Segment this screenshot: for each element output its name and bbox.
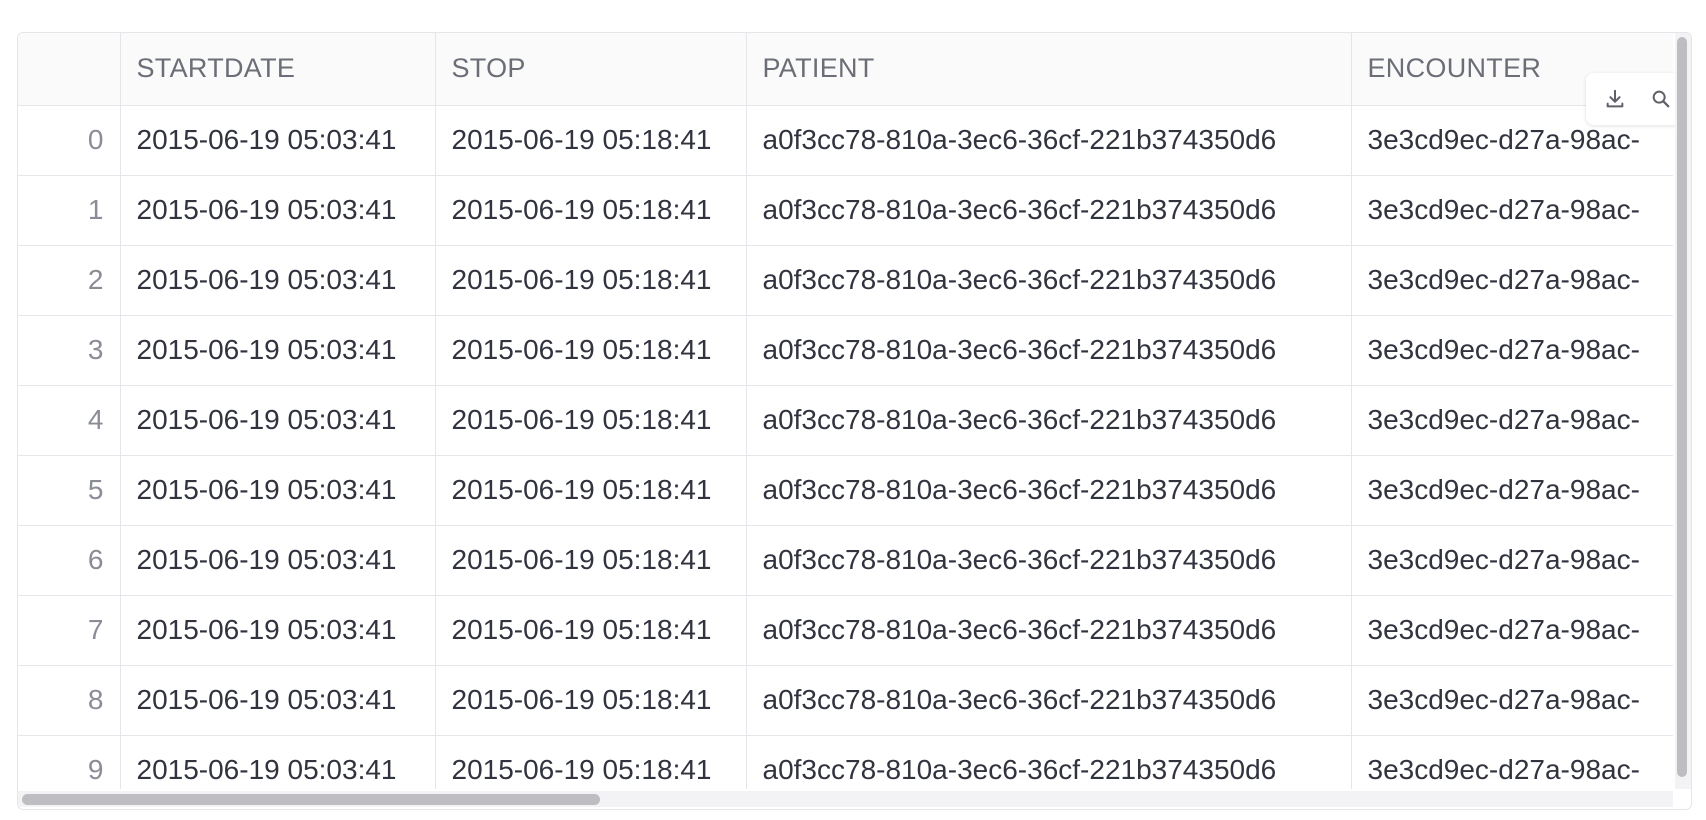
encounter-cell[interactable]: 3e3cd9ec-d27a-98ac- — [1351, 595, 1673, 666]
encounter-cell[interactable]: 3e3cd9ec-d27a-98ac- — [1351, 455, 1673, 526]
table-row: 9 2015-06-19 05:03:41 2015-06-19 05:18:4… — [18, 735, 1673, 789]
vertical-scrollbar[interactable] — [1675, 33, 1691, 789]
stop-cell[interactable]: 2015-06-19 05:18:41 — [435, 105, 747, 176]
dataframe-widget: STARTDATE STOP PATIENT ENCOUNTER 0 2015-… — [17, 32, 1692, 810]
encounter-cell[interactable]: 3e3cd9ec-d27a-98ac- — [1351, 315, 1673, 386]
stop-cell[interactable]: 2015-06-19 05:18:41 — [435, 175, 747, 246]
row-index-cell[interactable]: 0 — [18, 105, 121, 176]
startdate-cell[interactable]: 2015-06-19 05:03:41 — [120, 105, 436, 176]
encounter-cell[interactable]: 3e3cd9ec-d27a-98ac- — [1351, 175, 1673, 246]
startdate-cell[interactable]: 2015-06-19 05:03:41 — [120, 385, 436, 456]
startdate-cell[interactable]: 2015-06-19 05:03:41 — [120, 595, 436, 666]
encounter-cell[interactable]: 3e3cd9ec-d27a-98ac- — [1351, 735, 1673, 789]
table-row: 3 2015-06-19 05:03:41 2015-06-19 05:18:4… — [18, 315, 1673, 386]
startdate-cell[interactable]: 2015-06-19 05:03:41 — [120, 245, 436, 316]
row-index-cell[interactable]: 2 — [18, 245, 121, 316]
encounter-cell[interactable]: 3e3cd9ec-d27a-98ac- — [1351, 385, 1673, 456]
patient-cell[interactable]: a0f3cc78-810a-3ec6-36cf-221b374350d6 — [746, 525, 1352, 596]
patient-cell[interactable]: a0f3cc78-810a-3ec6-36cf-221b374350d6 — [746, 315, 1352, 386]
startdate-cell[interactable]: 2015-06-19 05:03:41 — [120, 525, 436, 596]
patient-cell[interactable]: a0f3cc78-810a-3ec6-36cf-221b374350d6 — [746, 245, 1352, 316]
patient-cell[interactable]: a0f3cc78-810a-3ec6-36cf-221b374350d6 — [746, 595, 1352, 666]
column-header-stop[interactable]: STOP — [435, 33, 747, 106]
download-button[interactable] — [1597, 81, 1633, 117]
search-icon — [1652, 90, 1670, 108]
stop-cell[interactable]: 2015-06-19 05:18:41 — [435, 595, 747, 666]
patient-cell[interactable]: a0f3cc78-810a-3ec6-36cf-221b374350d6 — [746, 665, 1352, 736]
data-table: STARTDATE STOP PATIENT ENCOUNTER 0 2015-… — [18, 33, 1673, 789]
horizontal-scrollbar-thumb[interactable] — [22, 794, 600, 805]
row-index-cell[interactable]: 7 — [18, 595, 121, 666]
patient-cell[interactable]: a0f3cc78-810a-3ec6-36cf-221b374350d6 — [746, 385, 1352, 456]
startdate-cell[interactable]: 2015-06-19 05:03:41 — [120, 665, 436, 736]
table-viewport[interactable]: STARTDATE STOP PATIENT ENCOUNTER 0 2015-… — [18, 33, 1673, 789]
stop-cell[interactable]: 2015-06-19 05:18:41 — [435, 525, 747, 596]
column-header-startdate[interactable]: STARTDATE — [120, 33, 436, 106]
startdate-cell[interactable]: 2015-06-19 05:03:41 — [120, 735, 436, 789]
table-row: 6 2015-06-19 05:03:41 2015-06-19 05:18:4… — [18, 525, 1673, 596]
patient-cell[interactable]: a0f3cc78-810a-3ec6-36cf-221b374350d6 — [746, 735, 1352, 789]
table-row: 8 2015-06-19 05:03:41 2015-06-19 05:18:4… — [18, 665, 1673, 736]
stop-cell[interactable]: 2015-06-19 05:18:41 — [435, 245, 747, 316]
stop-cell[interactable]: 2015-06-19 05:18:41 — [435, 315, 747, 386]
encounter-cell[interactable]: 3e3cd9ec-d27a-98ac- — [1351, 245, 1673, 316]
stop-cell[interactable]: 2015-06-19 05:18:41 — [435, 455, 747, 526]
column-header-patient[interactable]: PATIENT — [746, 33, 1352, 106]
row-index-cell[interactable]: 5 — [18, 455, 121, 526]
patient-cell[interactable]: a0f3cc78-810a-3ec6-36cf-221b374350d6 — [746, 455, 1352, 526]
table-row: 5 2015-06-19 05:03:41 2015-06-19 05:18:4… — [18, 455, 1673, 526]
row-index-cell[interactable]: 9 — [18, 735, 121, 789]
table-row: 4 2015-06-19 05:03:41 2015-06-19 05:18:4… — [18, 385, 1673, 456]
stop-cell[interactable]: 2015-06-19 05:18:41 — [435, 665, 747, 736]
vertical-scrollbar-thumb[interactable] — [1677, 37, 1687, 777]
header-row: STARTDATE STOP PATIENT ENCOUNTER — [18, 33, 1673, 106]
stop-cell[interactable]: 2015-06-19 05:18:41 — [435, 735, 747, 789]
stop-cell[interactable]: 2015-06-19 05:18:41 — [435, 385, 747, 456]
startdate-cell[interactable]: 2015-06-19 05:03:41 — [120, 175, 436, 246]
horizontal-scrollbar[interactable] — [18, 791, 1673, 807]
row-index-cell[interactable]: 8 — [18, 665, 121, 736]
startdate-cell[interactable]: 2015-06-19 05:03:41 — [120, 455, 436, 526]
encounter-cell[interactable]: 3e3cd9ec-d27a-98ac- — [1351, 665, 1673, 736]
table-row: 0 2015-06-19 05:03:41 2015-06-19 05:18:4… — [18, 105, 1673, 176]
startdate-cell[interactable]: 2015-06-19 05:03:41 — [120, 315, 436, 386]
row-index-cell[interactable]: 3 — [18, 315, 121, 386]
search-button[interactable] — [1643, 81, 1679, 117]
patient-cell[interactable]: a0f3cc78-810a-3ec6-36cf-221b374350d6 — [746, 105, 1352, 176]
row-index-cell[interactable]: 4 — [18, 385, 121, 456]
row-index-cell[interactable]: 6 — [18, 525, 121, 596]
table-row: 2 2015-06-19 05:03:41 2015-06-19 05:18:4… — [18, 245, 1673, 316]
column-header-index[interactable] — [18, 33, 121, 106]
table-row: 1 2015-06-19 05:03:41 2015-06-19 05:18:4… — [18, 175, 1673, 246]
row-index-cell[interactable]: 1 — [18, 175, 121, 246]
patient-cell[interactable]: a0f3cc78-810a-3ec6-36cf-221b374350d6 — [746, 175, 1352, 246]
download-icon — [1606, 89, 1624, 108]
table-row: 7 2015-06-19 05:03:41 2015-06-19 05:18:4… — [18, 595, 1673, 666]
encounter-cell[interactable]: 3e3cd9ec-d27a-98ac- — [1351, 525, 1673, 596]
